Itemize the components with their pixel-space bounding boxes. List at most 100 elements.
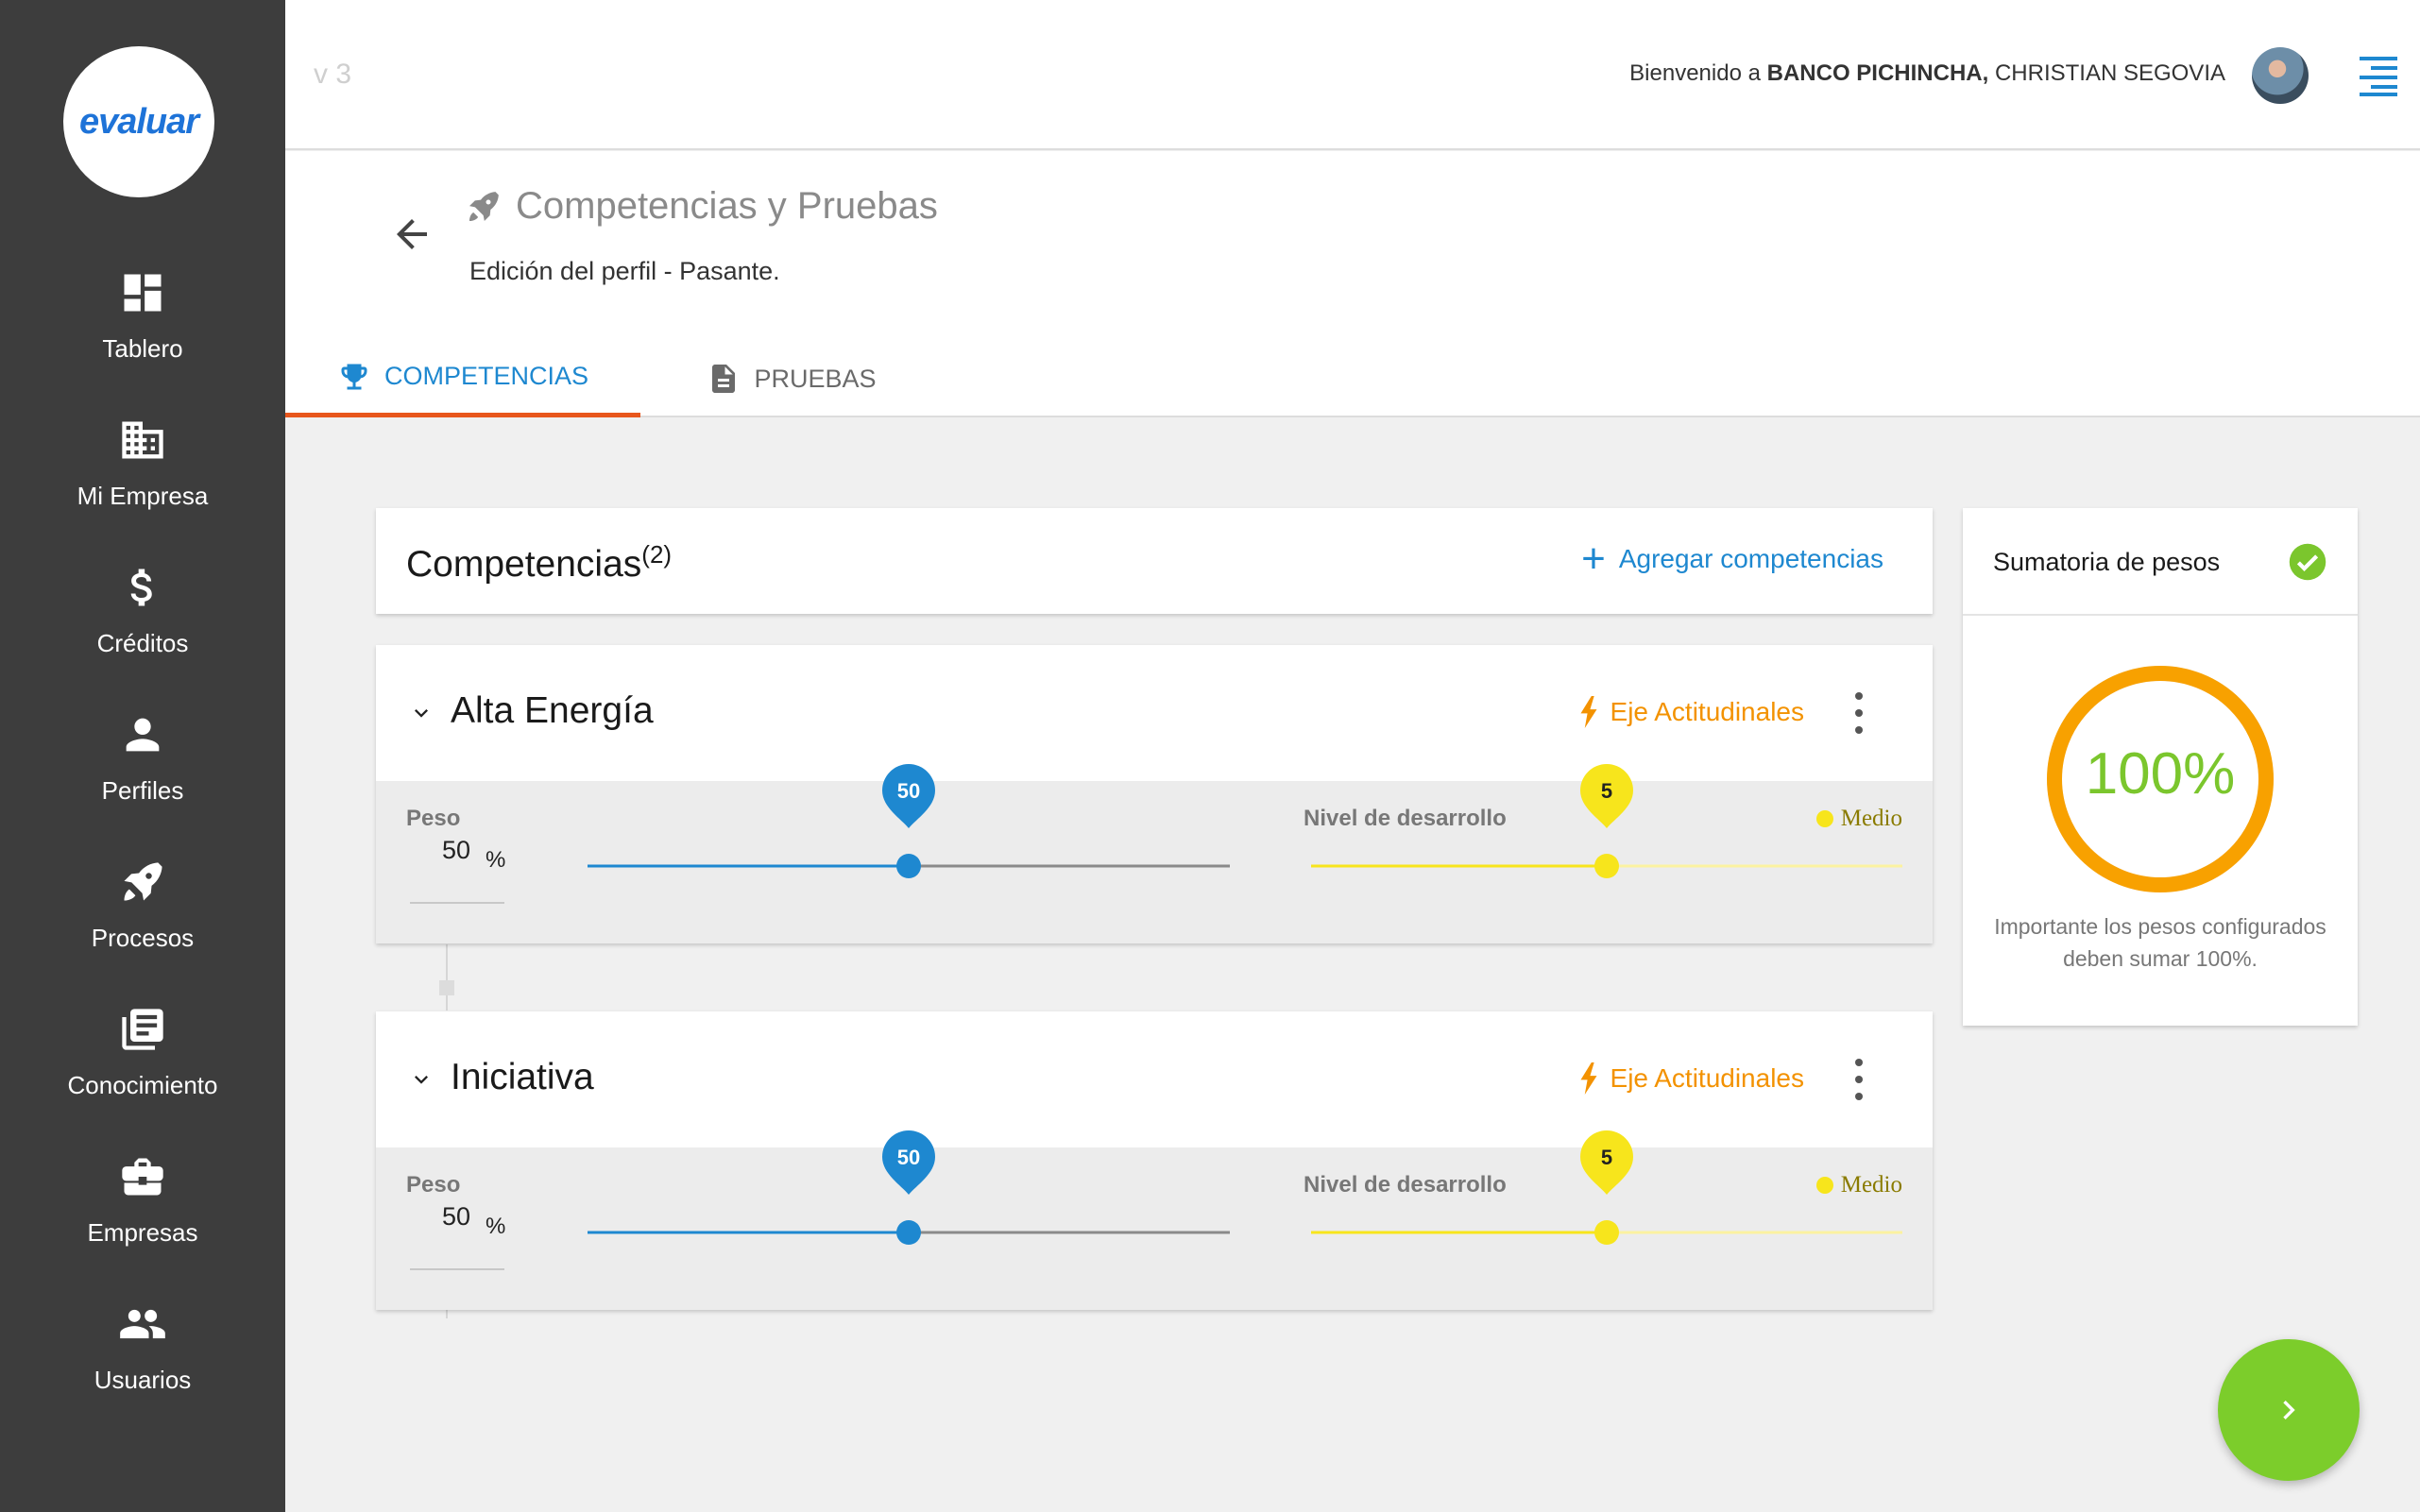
page-header: Competencias y Pruebas Edición del perfi… <box>285 151 2420 417</box>
logo-text: evaluar <box>78 101 199 142</box>
sumatoria-title: Sumatoria de pesos <box>1993 548 2221 576</box>
peso-unit: % <box>486 847 506 873</box>
sumatoria-header: Sumatoria de pesos <box>1963 508 2358 616</box>
page-title: Competencias y Pruebas <box>516 185 938 227</box>
card-connector-node <box>439 980 454 995</box>
peso-slider-thumb <box>896 1220 921 1245</box>
sidebar-item-procesos[interactable]: Procesos <box>0 848 285 980</box>
peso-input-underline <box>410 1268 504 1270</box>
sidebar-item-label: Tablero <box>102 334 183 363</box>
chevron-down-icon[interactable] <box>408 1066 435 1093</box>
page-title-row: Competencias y Pruebas <box>465 185 938 228</box>
avatar[interactable] <box>2252 47 2309 104</box>
sumatoria-progress-ring: 100% <box>2044 663 2276 895</box>
tab-competencias[interactable]: COMPETENCIAS <box>285 340 640 417</box>
lightning-icon <box>1580 696 1597 728</box>
tab-label: COMPETENCIAS <box>383 362 589 390</box>
nivel-slider-thumb <box>1594 1220 1619 1245</box>
peso-input[interactable]: 50 <box>442 1202 470 1232</box>
app-version: v 3 <box>314 59 352 90</box>
eje-label: Eje Actitudinales <box>1610 697 1804 726</box>
eje-label: Eje Actitudinales <box>1610 1063 1804 1093</box>
tab-label: PRUEBAS <box>754 364 877 393</box>
peso-label: Peso <box>406 806 461 831</box>
peso-slider-thumb <box>896 854 921 878</box>
sidebar-item-label: Perfiles <box>101 776 184 805</box>
nivel-slider-thumb <box>1594 854 1619 878</box>
sumatoria-value: 100% <box>2085 741 2236 807</box>
peso-slider-pin: 50 <box>882 1130 935 1195</box>
trophy-icon <box>341 364 367 389</box>
sumatoria-note: Importante los pesos configurados deben … <box>1994 914 2326 971</box>
sidebar-item-label: Mi Empresa <box>77 482 209 510</box>
dollar-icon <box>130 569 152 606</box>
nivel-slider-pin: 5 <box>1580 1130 1633 1195</box>
plus-icon: + <box>1581 535 1606 582</box>
peso-slider-value: 50 <box>897 779 920 803</box>
nivel-slider-value: 5 <box>1601 1146 1612 1169</box>
sidebar-item-label: Procesos <box>91 924 195 952</box>
sidebar-item-label: Conocimiento <box>67 1071 218 1099</box>
top-bar: v 3 Bienvenido a BANCO PICHINCHA, CHRIST… <box>285 0 2420 150</box>
add-competencias-button[interactable]: + Agregar competencias <box>1581 535 1883 582</box>
chevron-down-icon[interactable] <box>408 700 435 726</box>
page-subtitle: Edición del perfil - Pasante. <box>469 257 780 285</box>
user-name: CHRISTIAN SEGOVIA <box>1988 60 2225 86</box>
sidebar-item-perfiles[interactable]: Perfiles <box>0 701 285 833</box>
peso-slider-pin: 50 <box>882 764 935 828</box>
peso-unit: % <box>486 1214 506 1239</box>
evaluar-logo[interactable]: evaluar <box>63 46 214 197</box>
sidebar-item-tablero[interactable]: Tablero <box>0 259 285 391</box>
sidebar-item-label: Créditos <box>96 629 189 657</box>
peso-input[interactable]: 50 <box>442 836 470 865</box>
peso-slider-value: 50 <box>897 1146 920 1169</box>
next-button[interactable] <box>2218 1339 2360 1481</box>
sidebar-item-empresas[interactable]: Empresas <box>0 1143 285 1275</box>
library-icon <box>122 1009 163 1050</box>
eje-link[interactable]: Eje Actitudinales <box>1576 1062 1804 1095</box>
dashboard-icon <box>124 274 162 312</box>
nivel-slider[interactable]: 5 <box>1311 1130 1902 1245</box>
competencia-card-body: Peso 50 % 50 Nivel de desarrollo Medio 5 <box>376 764 1933 943</box>
back-arrow-icon[interactable] <box>389 212 435 257</box>
group-icon <box>120 1309 165 1339</box>
sidebar-item-mi-empresa[interactable]: Mi Empresa <box>0 406 285 538</box>
peso-label: Peso <box>406 1172 461 1198</box>
competencia-name: Iniciativa <box>451 1057 594 1097</box>
peso-slider-svg: 50 <box>588 764 1230 878</box>
more-vert-icon[interactable] <box>1851 1055 1866 1104</box>
more-vert-icon[interactable] <box>1851 688 1866 738</box>
company-name: BANCO PICHINCHA, <box>1766 60 1989 86</box>
sidebar-item-creditos[interactable]: Créditos <box>0 553 285 686</box>
document-icon <box>712 365 736 393</box>
competencias-header-card: Competencias(2) + Agregar competencias <box>376 508 1933 614</box>
building-icon <box>122 421 163 459</box>
lightning-icon <box>1580 1062 1597 1095</box>
competencias-title-text: Competencias <box>406 544 642 585</box>
competencia-card-header: Iniciativa Eje Actitudinales <box>376 1011 1933 1147</box>
chevron-right-icon <box>2283 1401 2295 1419</box>
competencias-count: (2) <box>641 540 673 569</box>
sidebar-item-usuarios[interactable]: Usuarios <box>0 1290 285 1422</box>
welcome-prefix: Bienvenido a <box>1629 60 1767 86</box>
sidebar: evaluar Tablero Mi Empresa Créditos Perf… <box>0 0 285 1512</box>
competencia-card: Alta Energía Eje Actitudinales Peso 50 %… <box>376 645 1933 943</box>
peso-slider[interactable]: 50 <box>588 1130 1230 1245</box>
nivel-slider[interactable]: 5 <box>1311 764 1902 878</box>
competencia-card-header: Alta Energía Eje Actitudinales <box>376 645 1933 781</box>
menu-icon[interactable] <box>2360 55 2397 96</box>
nivel-slider-pin: 5 <box>1580 764 1633 828</box>
tab-pruebas[interactable]: PRUEBAS <box>640 340 943 417</box>
competencia-card: Iniciativa Eje Actitudinales Peso 50 % 5… <box>376 1011 1933 1310</box>
sumatoria-card: Sumatoria de pesos 100% Importante los p… <box>1963 508 2358 1026</box>
eje-link[interactable]: Eje Actitudinales <box>1576 696 1804 728</box>
rocket-icon <box>469 191 499 221</box>
sidebar-item-conocimiento[interactable]: Conocimiento <box>0 995 285 1128</box>
competencia-name: Alta Energía <box>451 690 654 731</box>
competencias-title: Competencias(2) <box>406 540 672 586</box>
check-circle-icon <box>2289 543 2326 581</box>
welcome-message: Bienvenido a BANCO PICHINCHA, CHRISTIAN … <box>1629 60 2225 87</box>
peso-slider[interactable]: 50 <box>588 764 1230 878</box>
competencia-card-body: Peso 50 % 50 Nivel de desarrollo Medio 5 <box>376 1130 1933 1310</box>
person-icon <box>126 718 160 752</box>
